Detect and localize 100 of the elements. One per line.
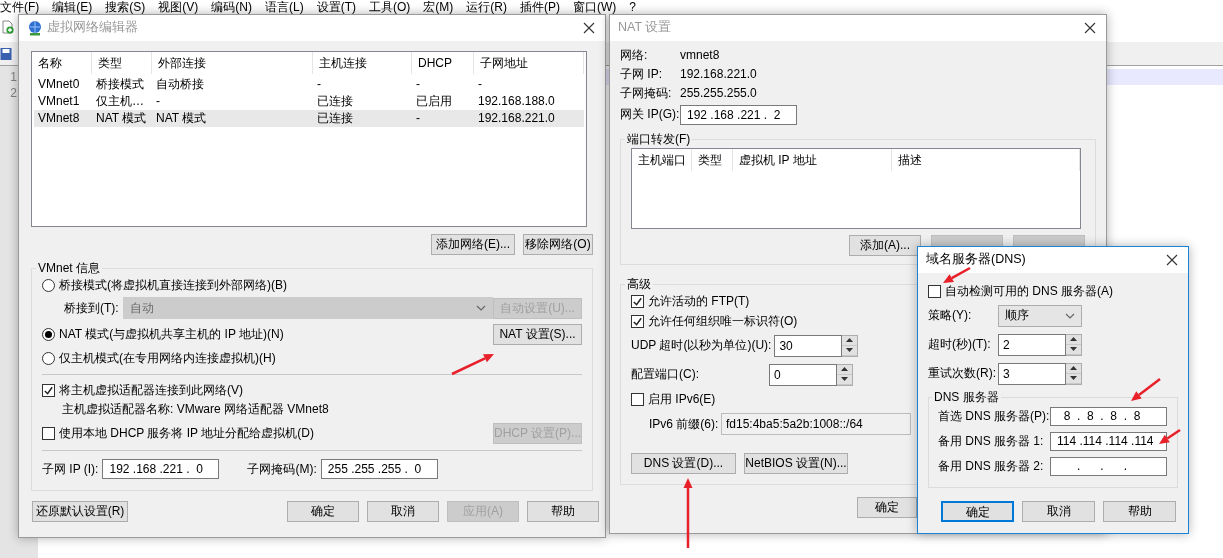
- button[interactable]: 帮助: [1103, 501, 1176, 522]
- globe-icon: [27, 20, 43, 36]
- button[interactable]: 添加(A)...: [849, 235, 921, 256]
- column-header[interactable]: 类型: [691, 149, 733, 171]
- checkbox[interactable]: [928, 284, 941, 298]
- dropdown[interactable]: 顺序: [998, 304, 1082, 327]
- new-file-icon[interactable]: [1, 20, 15, 34]
- info-value: 255.255.255.0: [680, 86, 757, 101]
- line-number: 1: [9, 69, 18, 85]
- checkbox[interactable]: [631, 392, 644, 406]
- button[interactable]: 取消: [367, 501, 439, 522]
- checkbox-label: 启用 IPv6(E): [648, 391, 716, 407]
- annotation-arrow: [451, 354, 494, 376]
- ip-address-field[interactable]: 8 . 8 . 8 . 8: [1050, 407, 1167, 426]
- button[interactable]: 确定: [857, 497, 917, 518]
- radio-button[interactable]: [42, 351, 55, 365]
- menu-item[interactable]: 文件(F): [0, 0, 40, 14]
- menu-item[interactable]: 语言(L): [265, 0, 304, 14]
- list-row[interactable]: VMnet1 仅主机… - 已连接 已启用 192.168.188.0: [34, 93, 584, 110]
- table-cell-text: 已启用: [415, 94, 453, 109]
- number-field[interactable]: 30: [774, 334, 843, 357]
- button[interactable]: 取消: [1022, 501, 1095, 522]
- column-header[interactable]: 主机端口: [632, 149, 692, 171]
- menu-item[interactable]: ?: [629, 0, 636, 14]
- menu-item[interactable]: 工具(O): [369, 0, 411, 14]
- number-field[interactable]: 0: [769, 363, 837, 386]
- spin-down-button[interactable]: [842, 345, 858, 356]
- checkbox-label: 允许活动的 FTP(T): [648, 293, 750, 309]
- spin-up-button[interactable]: [842, 335, 858, 346]
- field-label: 重试次数(R):: [928, 366, 997, 381]
- group-title: VMnet 信息: [37, 261, 101, 275]
- column-header[interactable]: 名称: [32, 52, 92, 74]
- checkbox[interactable]: [42, 383, 55, 397]
- menu-item[interactable]: 宏(M): [423, 0, 454, 14]
- caret-up-icon: [1070, 337, 1077, 341]
- column-header[interactable]: 类型: [92, 52, 152, 74]
- menu-item[interactable]: 编辑(E): [52, 0, 93, 14]
- annotation-arrow: [1131, 378, 1161, 401]
- dropdown-value: 顺序: [1005, 308, 1029, 323]
- info-value: 192.168.221.0: [680, 67, 757, 82]
- button[interactable]: DNS 设置(D)...: [631, 453, 736, 474]
- list-row[interactable]: VMnet0 桥接模式 自动桥接 - - -: [34, 76, 584, 93]
- column-header[interactable]: 描述: [892, 149, 1080, 171]
- button[interactable]: 帮助: [527, 501, 599, 522]
- menu-item[interactable]: 搜索(S): [105, 0, 146, 14]
- ip-address-field[interactable]: 192 .168 .221 . 2: [680, 104, 797, 125]
- checkbox[interactable]: [631, 294, 644, 308]
- menu-item[interactable]: 插件(P): [520, 0, 560, 14]
- button[interactable]: 移除网络(O): [523, 234, 593, 255]
- spin-up-button[interactable]: [1066, 363, 1081, 374]
- close-icon[interactable]: [1084, 22, 1096, 34]
- number-field[interactable]: 3: [998, 362, 1066, 385]
- button[interactable]: 还原默认设置(R): [32, 501, 128, 522]
- ip-address-field[interactable]: 192 .168 .221 . 0: [102, 459, 220, 479]
- checkbox-label: 允许任何组织唯一标识符(O): [648, 313, 798, 329]
- table-cell-text: -: [155, 94, 161, 109]
- button[interactable]: 添加网络(E)...: [431, 234, 515, 255]
- caret-up-icon: [846, 338, 854, 342]
- menu-item[interactable]: 编码(N): [211, 0, 252, 14]
- spin-up-button[interactable]: [837, 364, 852, 375]
- window-title: 虚拟网络编辑器: [47, 20, 138, 36]
- caret-down-icon: [841, 377, 848, 381]
- radio-button[interactable]: [42, 278, 55, 292]
- field-label: IPv6 前缀(6):: [649, 416, 720, 432]
- number-field[interactable]: 2: [998, 333, 1066, 356]
- caret-down-icon: [1070, 376, 1077, 380]
- column-header[interactable]: 子网地址: [474, 52, 584, 74]
- column-header[interactable]: 虚拟机 IP 地址: [732, 149, 893, 171]
- button[interactable]: 确定: [287, 501, 359, 522]
- spin-down-button[interactable]: [837, 374, 852, 385]
- menu-item[interactable]: 运行(R): [466, 0, 507, 14]
- table-cell-text: VMnet1: [37, 94, 81, 109]
- menu-item[interactable]: 设置(T): [316, 0, 356, 14]
- spin-down-button[interactable]: [1066, 373, 1081, 384]
- column-header[interactable]: DHCP: [412, 52, 474, 74]
- spin-down-button[interactable]: [1066, 344, 1081, 355]
- table-cell-text: NAT 模式: [155, 111, 208, 126]
- checkbox[interactable]: [631, 314, 644, 328]
- ip-address-field[interactable]: . . .: [1050, 457, 1167, 476]
- dropdown-value: 自动: [129, 300, 154, 316]
- radio-button[interactable]: [42, 327, 55, 341]
- table-cell-text: 192.168.221.0: [477, 111, 556, 126]
- menu-item[interactable]: 窗口(W): [573, 0, 617, 14]
- annotation-arrow: [943, 266, 971, 283]
- field-label: 备用 DNS 服务器 2:: [938, 459, 1045, 474]
- close-icon[interactable]: [583, 22, 595, 34]
- ip-address-field[interactable]: 114 .114 .114 .114: [1050, 432, 1167, 451]
- chevron-down-icon: [475, 305, 486, 311]
- column-header[interactable]: 主机连接: [313, 52, 412, 74]
- button[interactable]: 确定: [941, 501, 1014, 522]
- close-icon[interactable]: [1166, 254, 1178, 266]
- spin-up-button[interactable]: [1066, 334, 1081, 345]
- list-row[interactable]: VMnet8 NAT 模式 NAT 模式 已连接 - 192.168.221.0: [34, 110, 584, 127]
- menu-item[interactable]: 视图(V): [158, 0, 199, 14]
- button[interactable]: NAT 设置(S)...: [493, 323, 582, 345]
- info-label: 网络:: [620, 48, 649, 63]
- ip-address-field[interactable]: 255 .255 .255 . 0: [320, 459, 438, 479]
- column-header[interactable]: 外部连接: [152, 52, 313, 74]
- checkbox[interactable]: [42, 426, 55, 440]
- button[interactable]: NetBIOS 设置(N)...: [744, 453, 848, 474]
